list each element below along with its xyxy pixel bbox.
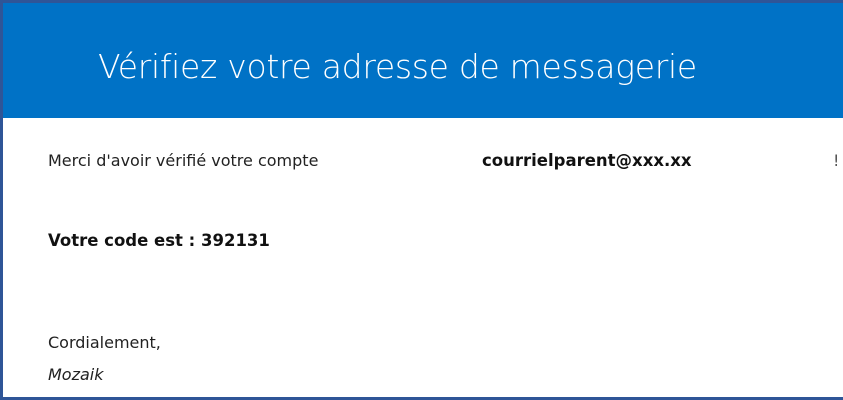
closing-text: Cordialement, xyxy=(48,333,161,352)
thanks-text: Merci d'avoir vérifié votre compte xyxy=(48,151,319,170)
account-email: courrielparent@xxx.xx xyxy=(482,151,692,170)
verification-code: Votre code est : 392131 xyxy=(48,231,270,250)
header-banner: Vérifiez votre adresse de messagerie xyxy=(3,3,843,118)
exclamation-mark: ! xyxy=(833,151,840,170)
page-title: Vérifiez votre adresse de messagerie xyxy=(98,47,697,86)
email-verification-panel: Vérifiez votre adresse de messagerie Mer… xyxy=(0,0,843,400)
signature: Mozaik xyxy=(48,365,104,384)
